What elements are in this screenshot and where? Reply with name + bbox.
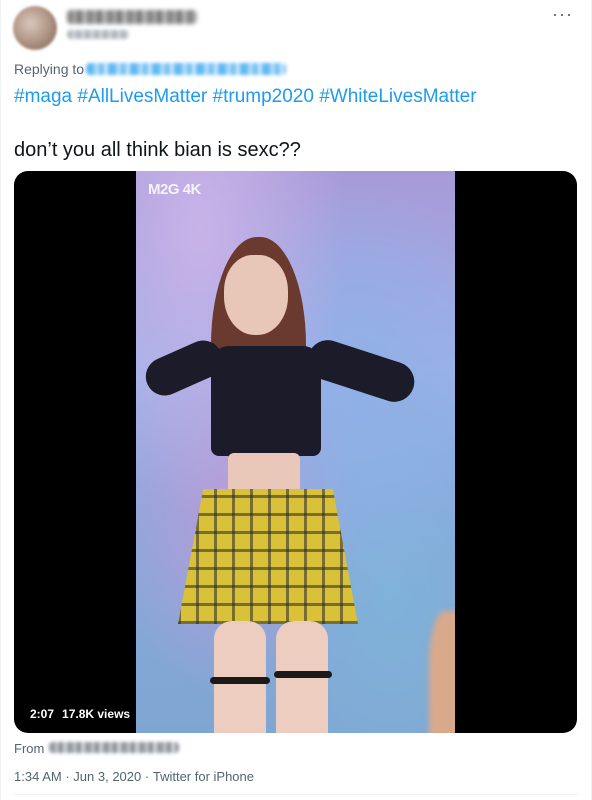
blurred-source-account[interactable] [49,742,179,753]
video-duration: 2:07 [30,707,55,721]
video-figure-skirt [178,489,358,624]
video-frame: M2G 4K [136,171,455,733]
meta-separator: · [144,769,150,784]
hashtags-text[interactable]: #maga #AllLivesMatter #trump2020 #WhiteL… [14,86,477,108]
tweet-source[interactable]: Twitter for iPhone [153,769,254,784]
meta-separator: · [65,769,70,784]
blurred-reply-mentions[interactable] [86,63,286,75]
video-player[interactable]: M2G 4K 2:07 17.8K views [14,171,577,733]
video-views: 17.8K views [62,707,131,721]
tweet-card: ··· Replying to #maga #AllLivesMatter #t… [0,0,592,800]
video-watermark: M2G 4K [148,181,201,198]
video-figure-top [211,346,321,456]
tweet-date[interactable]: Jun 3, 2020 [73,769,141,784]
divider [14,794,578,795]
from-label: From [14,741,45,756]
tweet-time[interactable]: 1:34 AM [14,769,62,784]
blurred-username[interactable] [67,30,129,39]
replying-to-label: Replying to [14,61,85,77]
tweet-text: don’t you all think bian is sexc?? [14,139,301,161]
tweet-metadata: 1:34 AM · Jun 3, 2020 · Twitter for iPho… [14,769,254,784]
video-figure-band-left [210,677,270,684]
avatar[interactable] [13,6,57,50]
video-figure-band-right [274,671,332,678]
more-horizontal-icon[interactable]: ··· [552,4,573,25]
video-figure-face [224,255,288,335]
video-stats-overlay: 2:07 17.8K views [24,704,137,724]
video-bystander [429,611,455,733]
blurred-display-name[interactable] [67,10,197,24]
